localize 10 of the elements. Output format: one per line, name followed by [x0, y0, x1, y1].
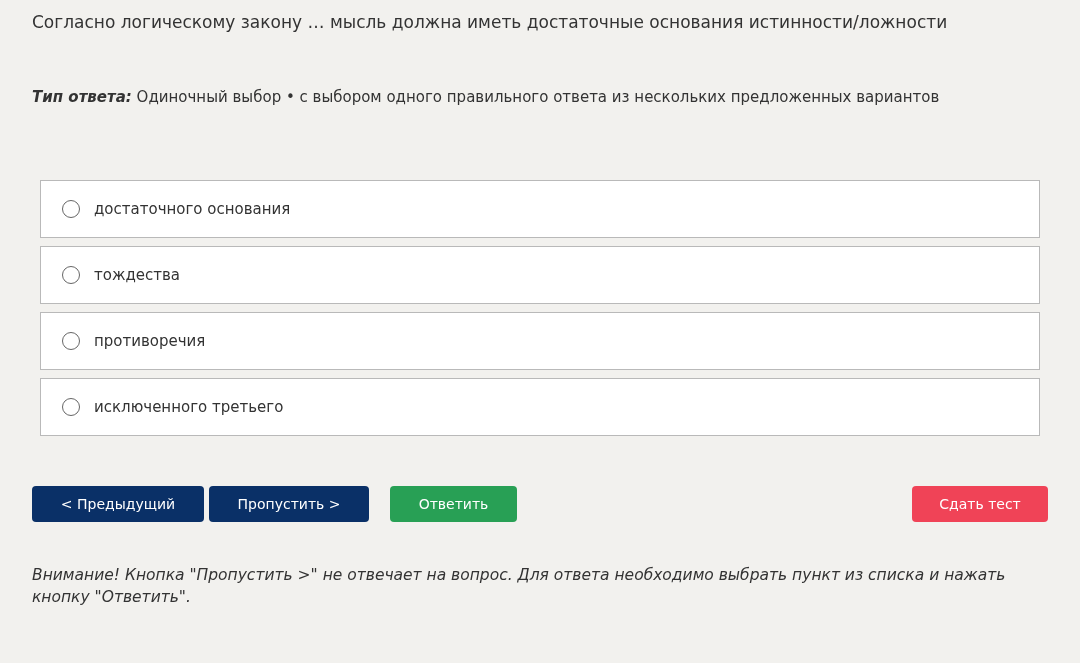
answer-type-text: Тип ответа: Одиночный выбор • с выбором одного правильного ответа из нескольких предложенных вариантов: [32, 86, 941, 108]
answer-option[interactable]: исключенного третьего: [40, 378, 1040, 436]
answer-option[interactable]: достаточного основания: [40, 180, 1040, 238]
question-text: Согласно логическому закону … мысль должна иметь достаточные основания истинности/ложности: [32, 11, 949, 34]
nav-button[interactable]: < Предыдущий: [32, 486, 204, 522]
answer-option[interactable]: противоречия: [40, 312, 1040, 370]
notice-text: Внимание! Кнопка "Пропустить >" не отвечает на вопрос. Для ответа необходимо выбрать пункт из списка и нажать кнопку "Ответить".: [32, 565, 1007, 608]
answer-option[interactable]: тождества: [40, 246, 1040, 304]
finish-button[interactable]: Сдать тест: [912, 486, 1048, 522]
nav-button[interactable]: Пропустить >: [209, 486, 369, 522]
